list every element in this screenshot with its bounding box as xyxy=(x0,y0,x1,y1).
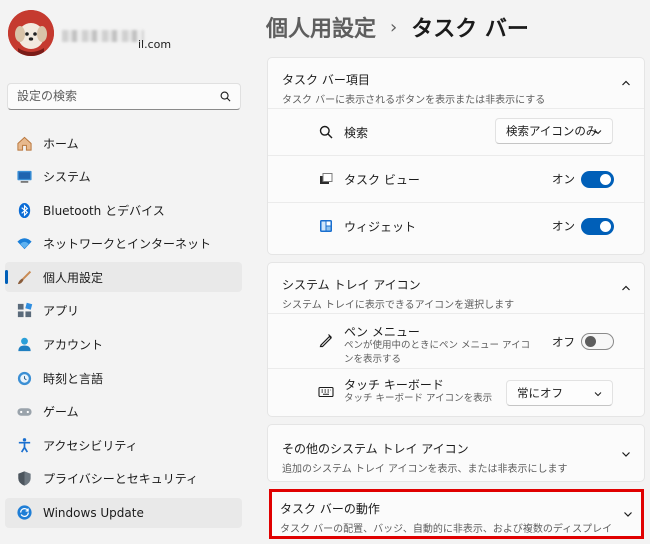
pen-menu-description: ペンが使用中のときにペン メニュー アイコンを表示する xyxy=(344,340,531,365)
email-blurred xyxy=(62,30,144,42)
system-tray-icons-section: システム トレイ アイコン システム トレイに表示できるアイコンを選択します ペ… xyxy=(267,262,645,417)
nav-item-personalization[interactable]: 個人用設定 xyxy=(5,262,242,293)
chevron-down-icon xyxy=(594,130,602,135)
taskbar-items-header[interactable]: タスク バー項目 タスク バーに表示されるボタンを表示または非表示にする xyxy=(268,58,644,108)
search-icon xyxy=(318,124,334,140)
dropdown-value: 常にオフ xyxy=(517,386,563,400)
widgets-icon xyxy=(318,218,334,234)
other-system-tray-icons-header: その他のシステム トレイ アイコン 追加のシステム トレイ アイコンを表示、また… xyxy=(268,425,644,475)
brush-icon xyxy=(15,268,33,286)
toggle-state: オン xyxy=(552,172,575,186)
task-view-toggle[interactable] xyxy=(581,171,614,188)
widgets-label: ウィジェット xyxy=(344,219,417,234)
widgets-toggle[interactable] xyxy=(581,218,614,235)
other-system-tray-icons-section[interactable]: その他のシステム トレイ アイコン 追加のシステム トレイ アイコンを表示、また… xyxy=(267,424,645,482)
time-language-icon xyxy=(15,369,33,387)
nav-label: システム xyxy=(43,170,91,185)
nav-item-home[interactable]: ホーム xyxy=(5,128,242,158)
nav-item-bluetooth[interactable]: Bluetooth とデバイス xyxy=(5,195,242,225)
taskbar-behaviors-header: タスク バーの動作 タスク バーの配置、バッジ、自動的に非表示、および複数のディ… xyxy=(272,492,641,542)
settings-search-input[interactable]: 設定の検索 xyxy=(7,83,241,110)
nav-label: ネットワークとインターネット xyxy=(43,237,212,252)
section-subtitle: システム トレイに表示できるアイコンを選択します xyxy=(282,300,515,311)
nav-label: ゲーム xyxy=(43,405,79,420)
section-title: タスク バー項目 xyxy=(282,73,370,87)
dropdown-value: 検索アイコンのみ xyxy=(506,124,598,138)
search-row: 検索 検索アイコンのみ xyxy=(268,108,644,155)
shield-icon xyxy=(15,470,33,488)
touch-keyboard-label: タッチ キーボード xyxy=(344,378,444,392)
task-view-label: タスク ビュー xyxy=(344,172,420,187)
search-label: 検索 xyxy=(344,125,369,140)
task-view-icon xyxy=(318,171,334,187)
nav-label: 時刻と言語 xyxy=(43,371,104,386)
breadcrumb: 個人用設定 › タスク バー xyxy=(266,11,529,43)
nav-label: Windows Update xyxy=(43,505,144,520)
nav-label: 個人用設定 xyxy=(43,270,104,285)
chevron-down-icon xyxy=(624,512,632,517)
touch-keyboard-dropdown[interactable]: 常にオフ xyxy=(506,380,613,406)
chevron-up-icon xyxy=(622,285,630,291)
sidebar: il.com 設定の検索 ホーム システム Bluetooth とデバイス ネッ… xyxy=(0,0,250,544)
chevron-down-icon xyxy=(594,392,602,397)
nav-item-apps[interactable]: アプリ xyxy=(5,296,242,326)
touch-keyboard-row: タッチ キーボード タッチ キーボード アイコンを表示 常にオフ xyxy=(268,368,644,415)
update-icon xyxy=(15,504,33,522)
taskbar-items-section: タスク バー項目 タスク バーに表示されるボタンを表示または非表示にする 検索 … xyxy=(267,57,645,255)
nav-label: アクセシビリティ xyxy=(43,438,138,453)
pen-menu-toggle[interactable] xyxy=(581,333,614,350)
chevron-down-icon xyxy=(622,452,630,457)
breadcrumb-separator: › xyxy=(390,16,398,38)
nav-item-accounts[interactable]: アカウント xyxy=(5,330,242,360)
chevron-up-icon xyxy=(622,80,630,86)
breadcrumb-parent[interactable]: 個人用設定 xyxy=(266,11,376,43)
nav-item-network[interactable]: ネットワークとインターネット xyxy=(5,229,242,259)
pen-icon xyxy=(318,332,334,348)
nav-label: Bluetooth とデバイス xyxy=(43,203,165,218)
gamepad-icon xyxy=(15,403,33,421)
section-subtitle: タスク バーの配置、バッジ、自動的に非表示、および複数のディスプレイ xyxy=(280,524,613,535)
toggle-state: オン xyxy=(552,219,575,233)
system-tray-icons-header[interactable]: システム トレイ アイコン システム トレイに表示できるアイコンを選択します xyxy=(268,263,644,313)
search-placeholder: 設定の検索 xyxy=(17,89,78,103)
section-subtitle: 追加のシステム トレイ アイコンを表示、または非表示にします xyxy=(282,464,568,475)
nav-item-time-language[interactable]: 時刻と言語 xyxy=(5,363,242,393)
keyboard-icon xyxy=(318,384,334,400)
search-icon xyxy=(220,91,231,102)
nav-list: ホーム システム Bluetooth とデバイス ネットワークとインターネット … xyxy=(5,128,242,531)
section-title: タスク バーの動作 xyxy=(280,502,380,516)
nav-item-gaming[interactable]: ゲーム xyxy=(5,397,242,427)
nav-label: プライバシーとセキュリティ xyxy=(43,472,199,487)
pen-menu-row: ペン メニュー ペンが使用中のときにペン メニュー アイコンを表示する オフ xyxy=(268,313,644,368)
widgets-row: ウィジェット オン xyxy=(268,202,644,249)
accessibility-icon xyxy=(15,436,33,454)
search-mode-dropdown[interactable]: 検索アイコンのみ xyxy=(495,118,613,144)
account-icon xyxy=(15,336,33,354)
pen-menu-label: ペン メニュー xyxy=(344,325,420,339)
nav-item-accessibility[interactable]: アクセシビリティ xyxy=(5,430,242,460)
home-icon xyxy=(15,134,33,152)
section-title: システム トレイ アイコン xyxy=(282,278,421,292)
avatar[interactable] xyxy=(8,10,54,56)
toggle-knob xyxy=(600,174,611,185)
page-title: タスク バー xyxy=(411,17,529,42)
toggle-knob xyxy=(585,336,596,347)
nav-label: ホーム xyxy=(43,136,79,151)
nav-item-privacy-security[interactable]: プライバシーとセキュリティ xyxy=(5,464,242,494)
nav-item-system[interactable]: システム xyxy=(5,162,242,192)
task-view-row: タスク ビュー オン xyxy=(268,155,644,202)
account-email: il.com xyxy=(138,38,172,51)
apps-icon xyxy=(15,302,33,320)
network-icon xyxy=(15,235,33,253)
section-subtitle: タスク バーに表示されるボタンを表示または非表示にする xyxy=(282,95,546,106)
toggle-state: オフ xyxy=(552,335,575,349)
toggle-knob xyxy=(600,221,611,232)
system-icon xyxy=(15,168,33,186)
nav-item-windows-update[interactable]: Windows Update xyxy=(5,497,242,528)
nav-label: アプリ xyxy=(43,304,80,319)
taskbar-behaviors-section[interactable]: タスク バーの動作 タスク バーの配置、バッジ、自動的に非表示、および複数のディ… xyxy=(269,489,644,539)
nav-label: アカウント xyxy=(43,338,104,353)
bluetooth-icon xyxy=(15,201,33,219)
section-title: その他のシステム トレイ アイコン xyxy=(282,442,469,456)
